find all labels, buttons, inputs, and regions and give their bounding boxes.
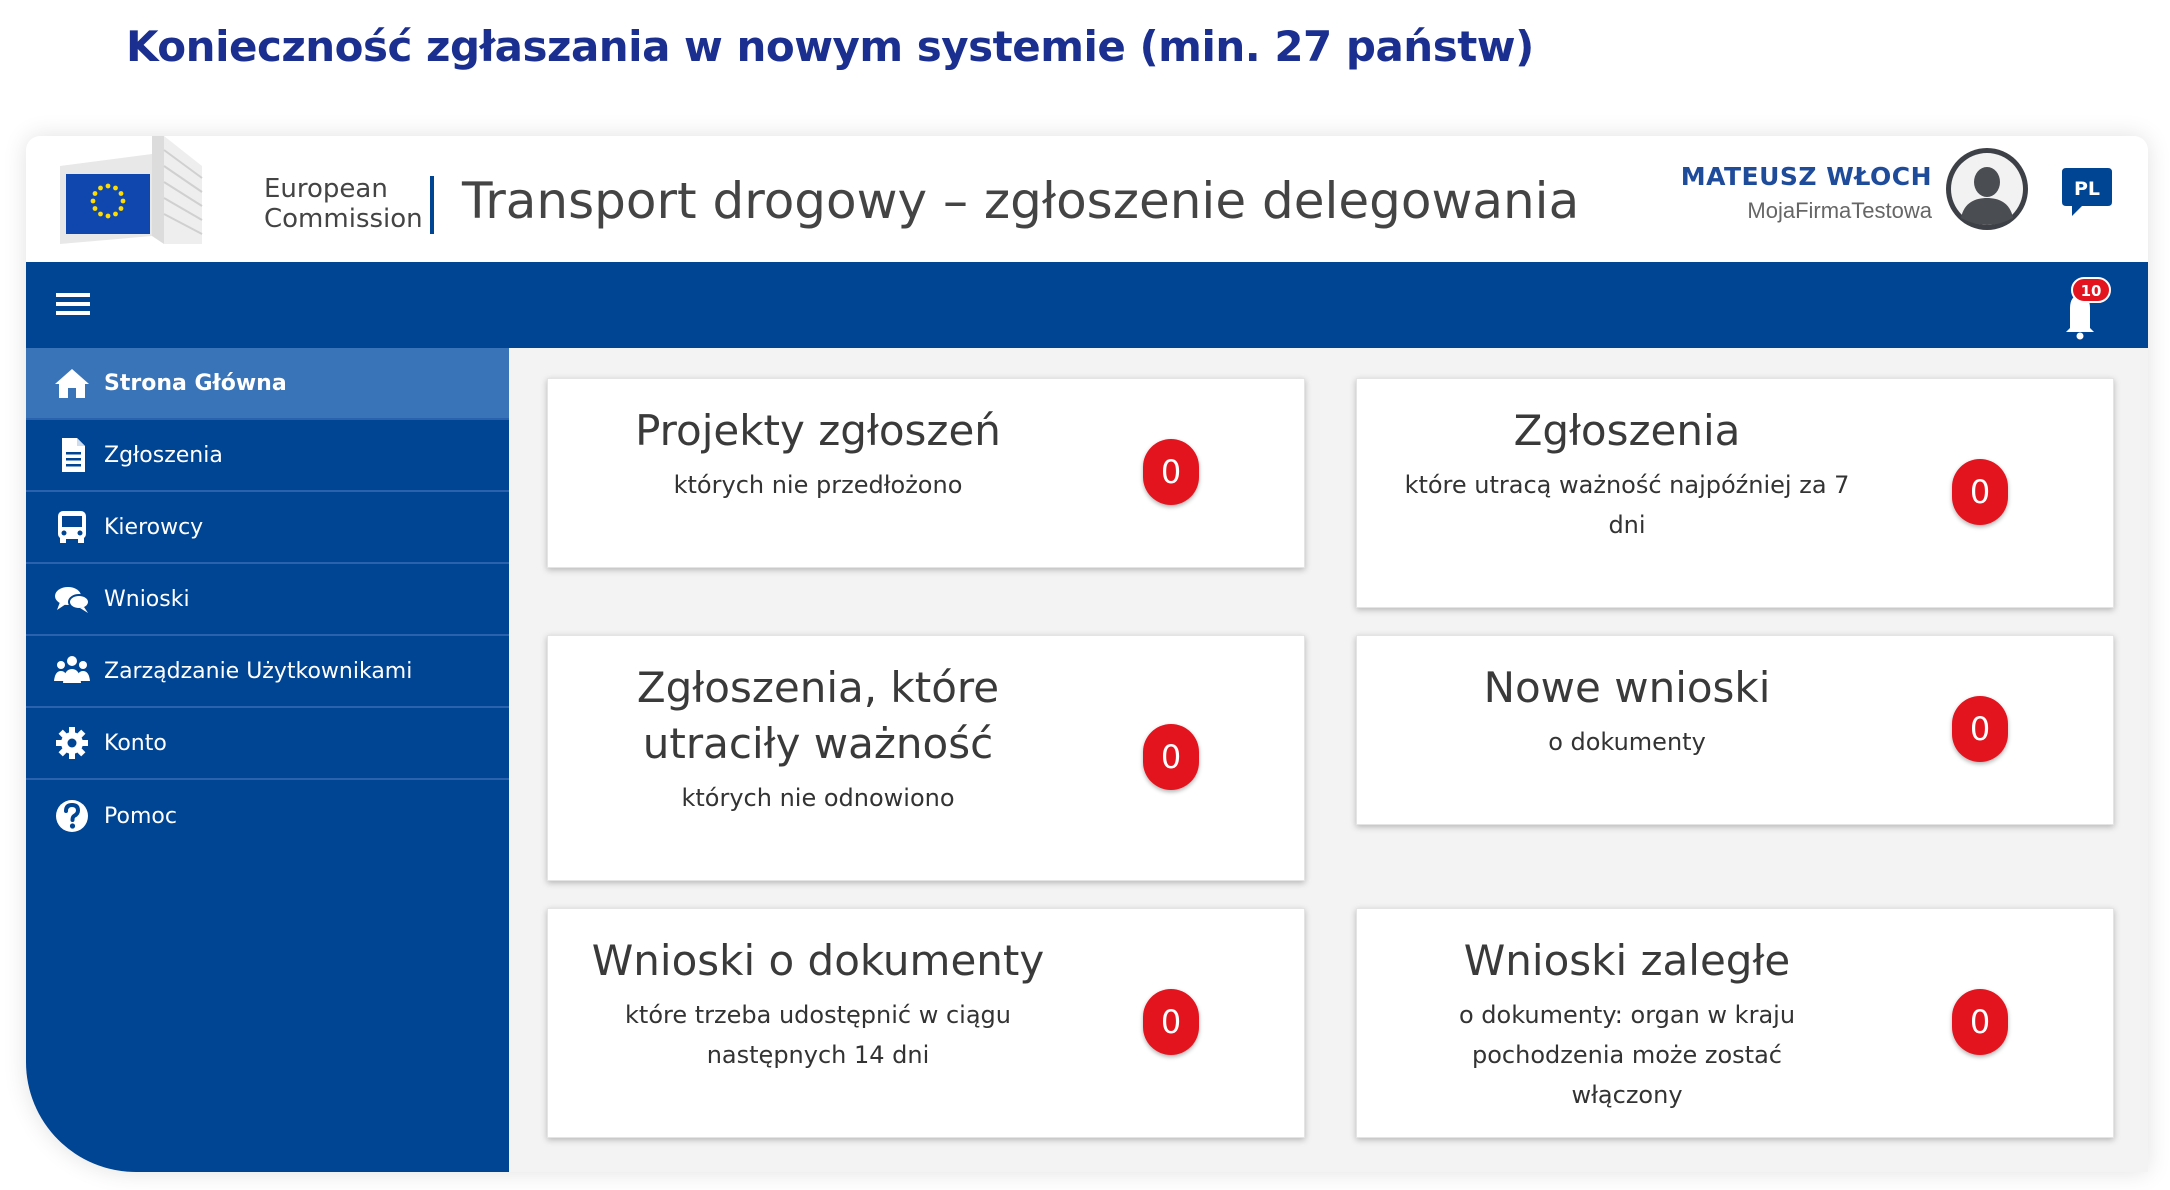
document-icon xyxy=(62,438,85,472)
header-divider xyxy=(430,176,434,234)
toolbar: 10 xyxy=(26,262,2148,348)
sidebar-item-label: Strona Główna xyxy=(104,370,287,396)
sidebar-item-label: Zgłoszenia xyxy=(104,442,223,468)
avatar[interactable] xyxy=(1944,146,2030,232)
card-document-requests[interactable]: Wnioski o dokumenty które trzeba udostęp… xyxy=(547,908,1305,1138)
card-subtitle: o dokumenty: organ w kraju pochodzenia m… xyxy=(1458,1001,1796,1109)
card-subtitle: których nie przedłożono xyxy=(673,471,963,499)
chat-bubbles-icon xyxy=(55,587,90,613)
count-badge: 0 xyxy=(1952,989,2008,1055)
count-badge: 0 xyxy=(1143,439,1199,505)
sidebar-item-declarations[interactable]: Zgłoszenia xyxy=(26,420,509,492)
organization-name: European Commission xyxy=(264,174,423,234)
card-title: Nowe wnioski xyxy=(1483,663,1771,712)
language-switcher[interactable]: PL xyxy=(2060,164,2114,220)
card-title: Wnioski o dokumenty xyxy=(591,936,1045,985)
user-company: MojaFirmaTestowa xyxy=(1747,198,1932,223)
sidebar-item-account[interactable]: Konto xyxy=(26,708,509,780)
sidebar-item-drivers[interactable]: Kierowcy xyxy=(26,492,509,564)
gear-icon xyxy=(56,727,88,759)
speech-bubble-icon: PL xyxy=(2062,168,2112,216)
card-expiring-declarations[interactable]: Zgłoszenia które utracą ważność najpóźni… xyxy=(1356,378,2114,608)
sidebar-item-label: Konto xyxy=(104,730,167,756)
card-draft-declarations[interactable]: Projekty zgłoszeń których nie przedłożon… xyxy=(547,378,1305,568)
sidebar-item-user-management[interactable]: Zarządzanie Użytkownikami xyxy=(26,636,509,708)
notifications-count: 10 xyxy=(2081,282,2102,300)
card-new-requests[interactable]: Nowe wnioski o dokumenty 0 xyxy=(1356,635,2114,825)
card-subtitle: które utracą ważność najpóźniej za 7 dni xyxy=(1404,471,1850,539)
app-window: European Commission Transport drogowy – … xyxy=(26,136,2148,1172)
european-commission-logo-icon xyxy=(60,136,203,244)
card-subtitle: których nie odnowiono xyxy=(681,784,955,812)
card-expired-declarations[interactable]: Zgłoszenia, które utraciły ważność który… xyxy=(547,635,1305,881)
dashboard-content: Projekty zgłoszeń których nie przedłożon… xyxy=(509,348,2148,1172)
top-header: European Commission Transport drogowy – … xyxy=(26,136,2148,262)
app-title: Transport drogowy – zgłoszenie delegowan… xyxy=(462,172,1580,230)
count-badge: 0 xyxy=(1952,696,2008,762)
bus-icon xyxy=(58,511,86,543)
card-title: Projekty zgłoszeń xyxy=(635,406,1001,455)
sidebar-item-label: Kierowcy xyxy=(104,514,204,540)
sidebar-item-help[interactable]: Pomoc xyxy=(26,780,509,852)
card-subtitle: które trzeba udostępnić w ciągu następny… xyxy=(625,1001,1011,1069)
svg-text:PL: PL xyxy=(2074,178,2100,200)
sidebar-item-label: Pomoc xyxy=(104,803,177,829)
notifications-bell-icon[interactable]: 10 xyxy=(2048,274,2112,340)
sidebar-item-requests[interactable]: Wnioski xyxy=(26,564,509,636)
card-overdue-requests[interactable]: Wnioski zaległe o dokumenty: organ w kra… xyxy=(1356,908,2114,1138)
count-badge: 0 xyxy=(1143,989,1199,1055)
help-circle-icon xyxy=(56,800,88,832)
users-icon xyxy=(54,656,90,683)
card-title: Zgłoszenia, które utraciły ważność xyxy=(636,663,1000,768)
card-title: Wnioski zaległe xyxy=(1463,936,1791,985)
menu-icon[interactable] xyxy=(56,290,90,318)
sidebar-item-home[interactable]: Strona Główna xyxy=(26,348,509,420)
slide-title: Konieczność zgłaszania w nowym systemie … xyxy=(126,22,1534,71)
sidebar: Strona Główna Zgłoszenia Kierowcy Wniosk… xyxy=(26,348,509,1172)
home-icon xyxy=(55,369,89,398)
user-name[interactable]: MATEUSZ WŁOCH xyxy=(1681,162,1932,191)
sidebar-item-label: Zarządzanie Użytkownikami xyxy=(104,658,413,684)
count-badge: 0 xyxy=(1143,724,1199,790)
count-badge: 0 xyxy=(1952,459,2008,525)
card-subtitle: o dokumenty xyxy=(1548,728,1706,756)
card-title: Zgłoszenia xyxy=(1513,406,1741,455)
sidebar-item-label: Wnioski xyxy=(104,586,190,612)
